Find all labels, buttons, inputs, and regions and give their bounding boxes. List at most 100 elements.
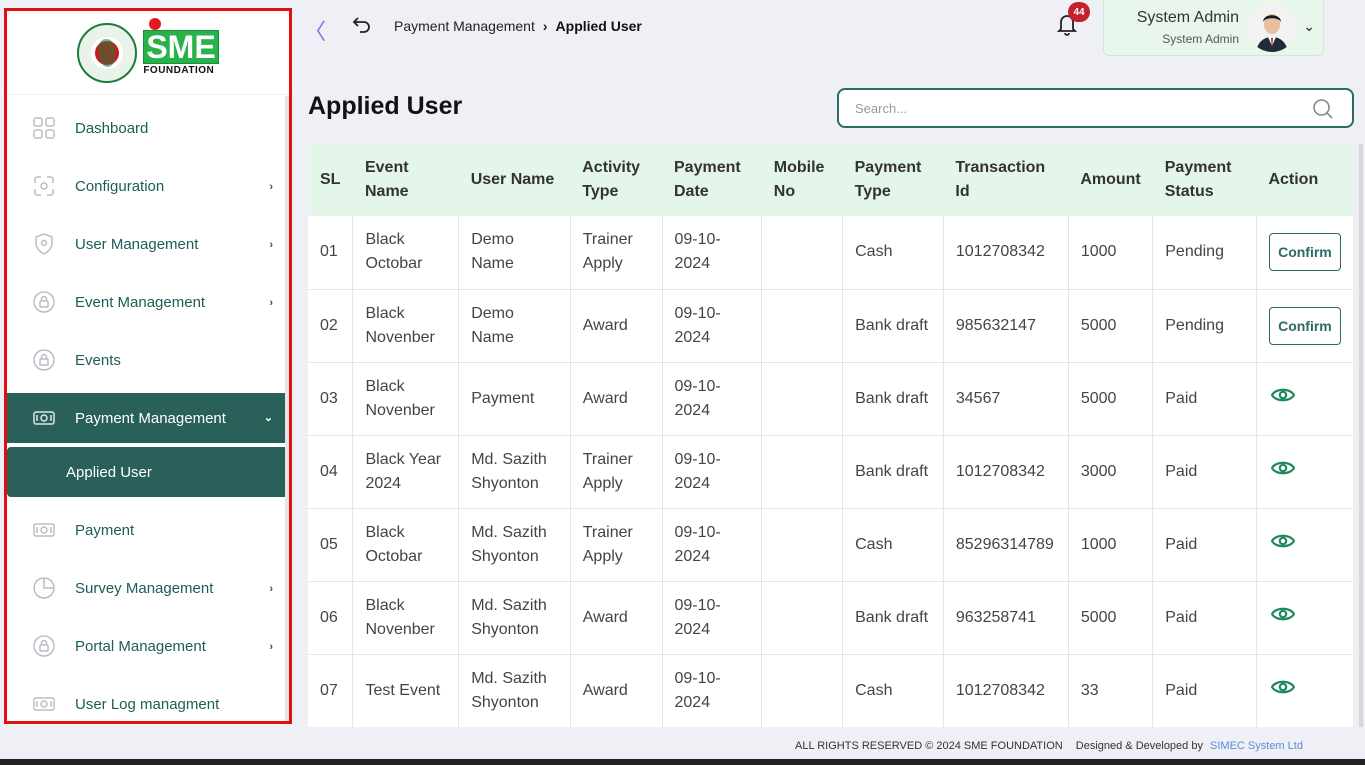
column-header-action: Action bbox=[1268, 171, 1319, 188]
table-row: 01 Black Octobar Demo Name Trainer Apply… bbox=[308, 216, 1353, 289]
table-header-row: SL Event Name User Name Activity Type Pa… bbox=[308, 144, 1353, 216]
cell-transaction-id: 1012708342 bbox=[943, 216, 1069, 289]
lock-icon bbox=[33, 349, 55, 371]
cell-user-name: Demo Name bbox=[458, 289, 571, 362]
sidebar-item-portal-management[interactable]: Portal Management › bbox=[7, 617, 289, 675]
view-eye-icon[interactable] bbox=[1269, 606, 1296, 630]
cell-sl: 02 bbox=[308, 289, 354, 362]
chevron-right-icon: › bbox=[269, 641, 273, 653]
cell-mobile-no bbox=[761, 289, 844, 362]
cell-mobile-no bbox=[761, 654, 844, 727]
sidebar-item-survey-management[interactable]: Survey Management › bbox=[7, 559, 289, 617]
money-icon bbox=[33, 519, 55, 541]
cell-user-name: Md. Sazith Shyonton bbox=[458, 581, 571, 654]
cell-payment-type: Bank draft bbox=[842, 581, 944, 654]
chevron-down-icon: ⌄ bbox=[1303, 18, 1315, 34]
sidebar-item-label: Payment bbox=[75, 521, 135, 539]
column-header-payment-type[interactable]: Payment Type bbox=[843, 144, 944, 216]
cell-transaction-id: 1012708342 bbox=[943, 435, 1069, 508]
cell-event-name: Black Novenber bbox=[352, 581, 460, 654]
column-header-sl[interactable]: SL bbox=[308, 144, 353, 216]
sme-logo: SME FOUNDATION bbox=[143, 17, 219, 76]
column-header-payment-status[interactable]: Payment Status bbox=[1153, 144, 1257, 216]
cell-event-name: Black Octobar bbox=[352, 216, 460, 289]
sidebar-item-user-management[interactable]: User Management › bbox=[7, 215, 289, 273]
sidebar-item-payment[interactable]: Payment bbox=[7, 501, 289, 559]
cell-user-name: Md. Sazith Shyonton bbox=[458, 654, 571, 727]
footer-developer-link[interactable]: SIMEC System Ltd bbox=[1210, 740, 1303, 752]
cell-activity-type: Trainer Apply bbox=[570, 216, 663, 289]
logo-area[interactable]: SME FOUNDATION bbox=[7, 11, 289, 95]
user-name: System Admin bbox=[1136, 9, 1239, 26]
column-header-amount[interactable]: Amount bbox=[1068, 144, 1152, 216]
view-eye-icon[interactable] bbox=[1269, 387, 1296, 411]
dashboard-icon bbox=[33, 117, 55, 139]
sidebar-subitem-applied-user[interactable]: Applied User bbox=[7, 447, 289, 497]
cell-payment-type: Cash bbox=[842, 508, 944, 581]
lock-icon bbox=[33, 291, 55, 313]
cell-payment-status: Paid bbox=[1152, 508, 1257, 581]
breadcrumb-parent[interactable]: Payment Management bbox=[394, 18, 535, 34]
cell-payment-type: Bank draft bbox=[842, 362, 944, 435]
sidebar-item-event-management[interactable]: Event Management › bbox=[7, 273, 289, 331]
table-scrollbar[interactable] bbox=[1359, 144, 1363, 727]
sidebar-item-dashboard[interactable]: Dashboard bbox=[7, 99, 289, 157]
sidebar: SME FOUNDATION Dashboard Configuration ›… bbox=[4, 8, 292, 724]
cell-sl: 05 bbox=[308, 508, 354, 581]
column-header-event-name[interactable]: Event Name bbox=[353, 144, 459, 216]
sidebar-scrollbar[interactable] bbox=[285, 96, 289, 721]
column-header-activity-type[interactable]: Activity Type bbox=[570, 144, 662, 216]
sme-logo-text: SME bbox=[143, 29, 219, 64]
sidebar-item-user-log[interactable]: User Log managment bbox=[7, 675, 289, 721]
cell-amount: 1000 bbox=[1068, 216, 1154, 289]
view-eye-icon[interactable] bbox=[1269, 679, 1296, 703]
search-input[interactable] bbox=[839, 90, 1279, 126]
sidebar-item-label: Event Management bbox=[75, 293, 206, 311]
cell-sl: 01 bbox=[308, 216, 354, 289]
sme-logo-subtext: FOUNDATION bbox=[143, 64, 215, 76]
sidebar-menu: Dashboard Configuration › User Managemen… bbox=[7, 95, 289, 721]
column-header-transaction-id[interactable]: Transaction Id bbox=[943, 144, 1068, 216]
sidebar-collapse-icon[interactable]: 〈 bbox=[304, 14, 326, 46]
back-arrow-icon[interactable] bbox=[352, 14, 372, 40]
cell-payment-type: Bank draft bbox=[842, 289, 944, 362]
cell-transaction-id: 985632147 bbox=[943, 289, 1069, 362]
cell-amount: 1000 bbox=[1068, 508, 1154, 581]
cell-action: Confirm bbox=[1256, 216, 1353, 289]
cell-action bbox=[1256, 654, 1353, 727]
cell-amount: 33 bbox=[1068, 654, 1154, 727]
confirm-button[interactable]: Confirm bbox=[1268, 233, 1341, 272]
search-icon[interactable] bbox=[1312, 98, 1334, 125]
cell-user-name: Md. Sazith Shyonton bbox=[458, 435, 571, 508]
cell-user-name: Payment bbox=[458, 362, 571, 435]
view-eye-icon[interactable] bbox=[1269, 460, 1296, 484]
cell-payment-date: 09-10-2024 bbox=[662, 508, 763, 581]
cell-payment-type: Bank draft bbox=[842, 435, 944, 508]
column-header-mobile-no[interactable]: Mobile No bbox=[762, 144, 843, 216]
confirm-button[interactable]: Confirm bbox=[1268, 306, 1341, 345]
chevron-right-icon: › bbox=[269, 583, 273, 595]
column-header-payment-date[interactable]: Payment Date bbox=[662, 144, 762, 216]
cell-sl: 06 bbox=[308, 581, 354, 654]
footer: ALL RIGHTS RESERVED © 2024 SME FOUNDATIO… bbox=[795, 740, 1303, 752]
user-profile-menu[interactable]: System Admin System Admin ⌄ bbox=[1103, 0, 1324, 56]
lock-icon bbox=[33, 635, 55, 657]
table-row: 05 Black Octobar Md. Sazith Shyonton Tra… bbox=[308, 508, 1353, 581]
cell-action bbox=[1256, 581, 1353, 654]
sidebar-item-label: Events bbox=[75, 351, 121, 369]
cell-payment-date: 09-10-2024 bbox=[662, 362, 763, 435]
cell-payment-date: 09-10-2024 bbox=[662, 654, 763, 727]
cell-payment-status: Paid bbox=[1152, 654, 1257, 727]
cell-action: Confirm bbox=[1256, 289, 1353, 362]
sidebar-item-payment-management[interactable]: Payment Management ⌄ bbox=[7, 393, 289, 443]
sidebar-item-configuration[interactable]: Configuration › bbox=[7, 157, 289, 215]
cell-amount: 5000 bbox=[1068, 581, 1154, 654]
page-title: Applied User bbox=[308, 92, 463, 120]
breadcrumb: Payment Management › Applied User bbox=[394, 18, 642, 34]
cell-activity-type: Trainer Apply bbox=[570, 435, 663, 508]
sidebar-item-label: Portal Management bbox=[75, 637, 206, 655]
column-header-user-name[interactable]: User Name bbox=[459, 144, 571, 216]
view-eye-icon[interactable] bbox=[1269, 533, 1296, 557]
cell-payment-type: Cash bbox=[842, 216, 944, 289]
sidebar-item-events[interactable]: Events bbox=[7, 331, 289, 389]
